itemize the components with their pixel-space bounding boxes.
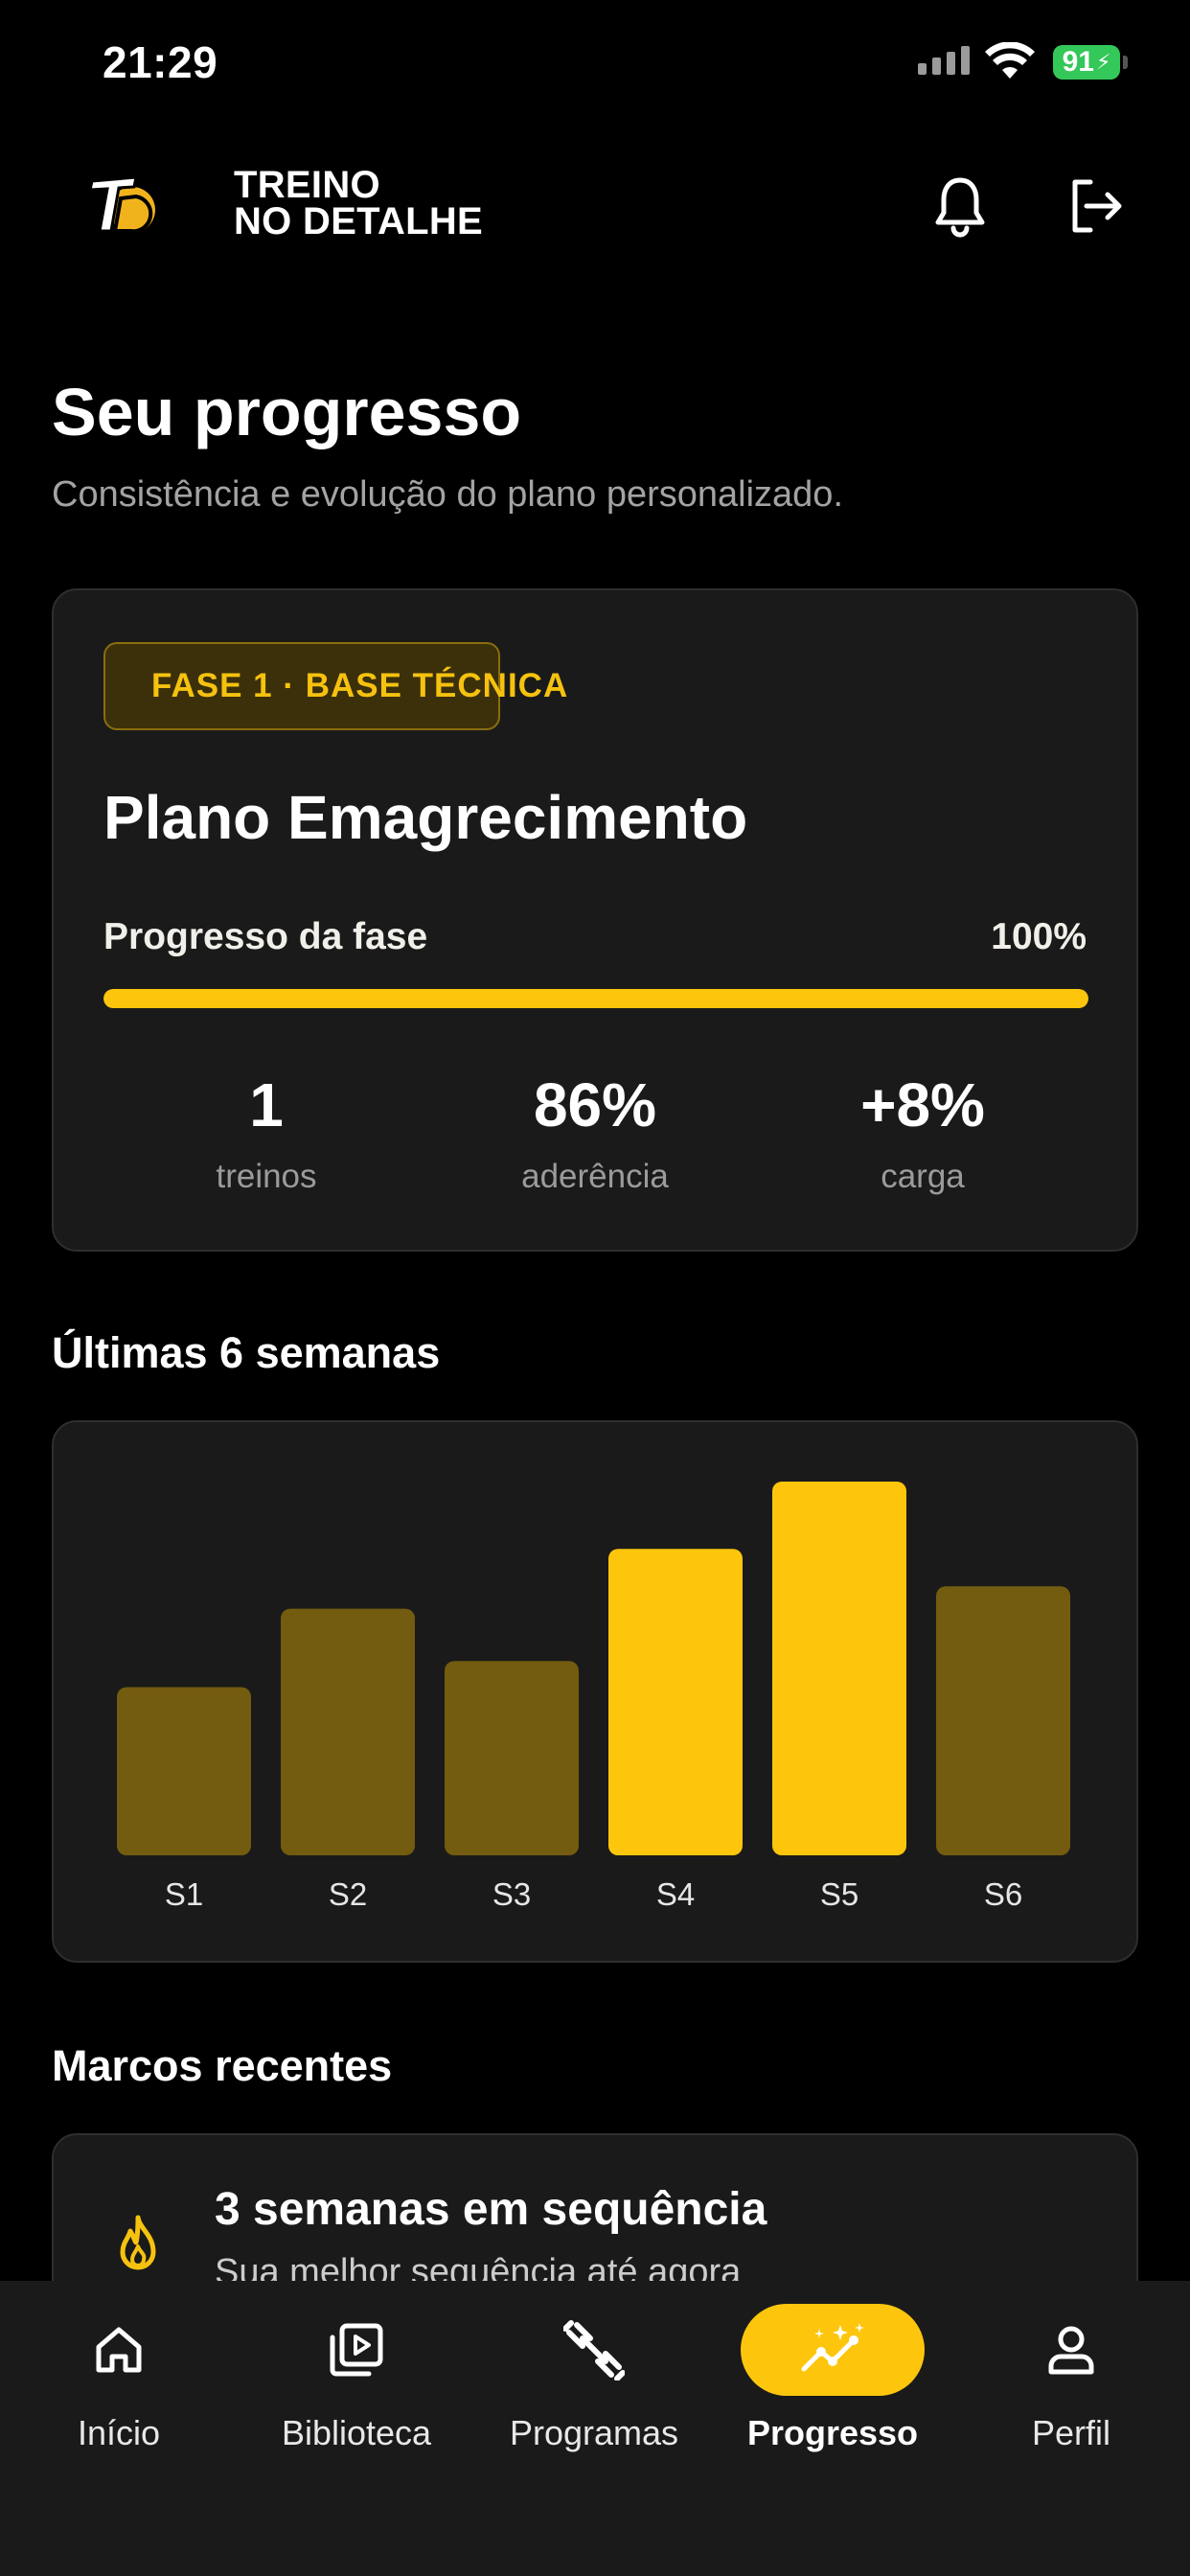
- x-tick-label: S5: [820, 1876, 858, 1912]
- bottom-nav: Início Biblioteca Programas Progresso Pe…: [0, 2281, 1190, 2576]
- battery-tip: [1123, 56, 1128, 69]
- stat-value: 86%: [533, 1070, 657, 1139]
- logout-icon[interactable]: [1065, 172, 1127, 240]
- x-tick-label: S2: [329, 1876, 367, 1912]
- stat-value: +8%: [860, 1070, 985, 1139]
- nav-item-progresso[interactable]: Progresso: [714, 2281, 951, 2472]
- video-library-icon: [330, 2323, 383, 2377]
- x-tick-label: S1: [165, 1876, 203, 1912]
- nav-label: Início: [77, 2413, 161, 2452]
- nav-label: Perfil: [1031, 2413, 1111, 2452]
- stat-carga: +8% carga: [760, 1070, 1086, 1196]
- nav-icon-wrap: [979, 2304, 1163, 2396]
- phase-progress-label: Progresso da fase: [103, 916, 428, 957]
- plan-name: Plano Emagrecimento: [103, 783, 748, 852]
- nav-item-perfil[interactable]: Perfil: [952, 2281, 1190, 2472]
- bar-s2: [281, 1608, 415, 1855]
- battery-icon: 91 ⚡: [1053, 45, 1120, 80]
- dumbbell-icon: [563, 2320, 625, 2380]
- nav-icon-wrap: [264, 2304, 448, 2396]
- nav-icon-wrap: [502, 2304, 686, 2396]
- brand-name: TREINO NO DETALHE: [234, 164, 484, 242]
- phase-progress-bar: [103, 989, 1088, 1008]
- weeks-bar-chart: S1 S2 S3 S4 S5 S6: [117, 1482, 1070, 1912]
- stat-label: aderência: [521, 1158, 669, 1195]
- brand-line-2: NO DETALHE: [234, 200, 484, 242]
- phase-progress-fill: [103, 989, 1088, 1008]
- bar-s4: [608, 1549, 743, 1855]
- home-icon: [96, 2327, 142, 2373]
- bar-s1: [117, 1687, 251, 1855]
- status-bar: 21:29 91 ⚡: [0, 0, 1190, 134]
- bar-s3: [445, 1661, 579, 1855]
- phase-badge-label: FASE 1 · BASE TÉCNICA: [151, 667, 569, 704]
- stat-label: treinos: [216, 1158, 317, 1195]
- stat-value: 1: [249, 1070, 284, 1139]
- user-icon: [1048, 2326, 1094, 2375]
- nav-item-inicio[interactable]: Início: [0, 2281, 238, 2472]
- stat-label: carga: [881, 1158, 965, 1195]
- stat-aderencia: 86% aderência: [432, 1070, 758, 1196]
- nav-label: Programas: [509, 2413, 679, 2452]
- wifi-icon: [985, 42, 1035, 79]
- nav-label: Progresso: [746, 2413, 919, 2452]
- page-title: Seu progresso: [52, 375, 522, 449]
- nav-item-biblioteca[interactable]: Biblioteca: [238, 2281, 475, 2472]
- fire-icon: [120, 2215, 156, 2270]
- x-tick-label: S3: [492, 1876, 531, 1912]
- signal-icon: [918, 46, 970, 75]
- nav-item-programas[interactable]: Programas: [475, 2281, 713, 2472]
- brand-logo-icon: [88, 175, 155, 234]
- milestone-title: 3 semanas em sequência: [215, 2184, 767, 2235]
- battery-level: 91: [1062, 46, 1094, 78]
- milestones-section-title: Marcos recentes: [52, 2041, 393, 2090]
- status-time: 21:29: [103, 37, 218, 87]
- weeks-chart-card: S1 S2 S3 S4 S5 S6: [52, 1420, 1138, 1963]
- phase-badge: FASE 1 · BASE TÉCNICA: [103, 642, 567, 730]
- nav-icon-wrap: [27, 2304, 211, 2396]
- bell-icon[interactable]: [929, 172, 991, 240]
- progress-chart-icon: [801, 2323, 864, 2372]
- weeks-section-title: Últimas 6 semanas: [52, 1328, 441, 1377]
- page-subtitle: Consistência e evolução do plano persona…: [52, 474, 843, 515]
- bar-s6: [936, 1586, 1070, 1855]
- brand-line-1: TREINO: [234, 164, 380, 206]
- x-tick-label: S4: [656, 1876, 695, 1912]
- x-tick-label: S6: [984, 1876, 1022, 1912]
- nav-label: Biblioteca: [281, 2413, 432, 2452]
- bar-s5: [772, 1482, 906, 1855]
- stat-treinos: 1 treinos: [103, 1070, 429, 1196]
- nav-icon-wrap: [741, 2304, 925, 2396]
- phase-progress-value: 100%: [991, 916, 1087, 957]
- plan-card: FASE 1 · BASE TÉCNICA Plano Emagreciment…: [52, 588, 1138, 1252]
